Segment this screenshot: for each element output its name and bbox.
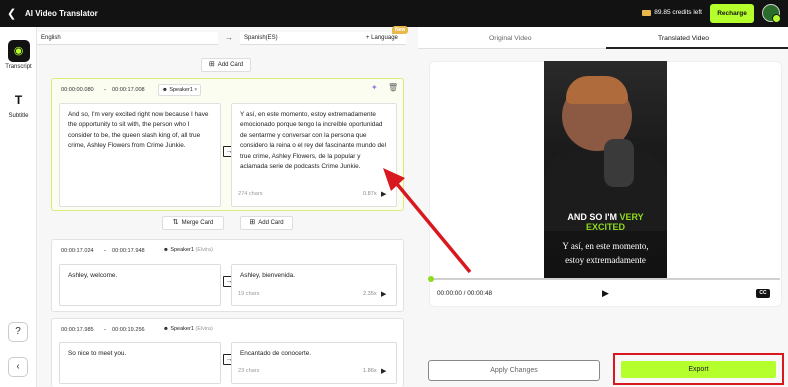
play-icon[interactable]: ▶ bbox=[381, 367, 386, 375]
source-text[interactable]: Ashley, welcome. bbox=[59, 264, 221, 306]
english-caption: AND SO I'M VERY EXCITED bbox=[544, 212, 667, 232]
speed-label: 1.86x bbox=[363, 368, 377, 374]
preview-tabs bbox=[418, 27, 788, 49]
card-start-time[interactable]: 00:00:17.985 bbox=[61, 327, 94, 333]
add-card-icon: ⊞ bbox=[249, 219, 256, 226]
avatar[interactable] bbox=[762, 4, 781, 23]
credits-indicator: 89.85 credits left bbox=[642, 9, 702, 16]
time-separator: - bbox=[104, 87, 106, 93]
help-button[interactable]: ? bbox=[8, 322, 28, 342]
speaker-name: Speaker1 bbox=[169, 87, 193, 93]
tab-translated-video[interactable]: Translated Video bbox=[658, 35, 709, 42]
closed-captions-icon[interactable]: CC bbox=[756, 289, 770, 298]
card-start-time[interactable]: 00:00:17.024 bbox=[61, 248, 94, 254]
progress-handle[interactable] bbox=[428, 276, 434, 282]
speaker-name: Speaker1 bbox=[170, 326, 194, 332]
video-progress-bar[interactable] bbox=[430, 278, 780, 280]
transcript-card[interactable]: 00:00:17.024 - 00:00:17.948 ☻ Speaker1 (… bbox=[51, 239, 404, 312]
speaker-select[interactable]: ☻ Speaker1 ▾ bbox=[158, 84, 202, 96]
target-text[interactable]: Ashley, bienvenida. bbox=[231, 264, 397, 306]
app-title: AI Video Translator bbox=[25, 9, 98, 18]
chevron-left-icon: ‹ bbox=[16, 361, 20, 372]
video-subject-hair bbox=[566, 76, 628, 104]
add-card-label: Add Card bbox=[217, 62, 244, 68]
char-count: 19 chars bbox=[238, 291, 260, 297]
tool-subtitle[interactable]: T Subtitle bbox=[2, 89, 35, 119]
speaker-voice: (Elvira) bbox=[195, 326, 213, 332]
tool-transcript[interactable]: ◉ Transcript bbox=[2, 40, 35, 70]
arrow-right-icon: → bbox=[225, 33, 233, 42]
new-badge: New bbox=[392, 26, 409, 34]
merge-card-label: Merge Card bbox=[181, 220, 214, 226]
add-card-button[interactable]: ⊞ Add Card bbox=[240, 216, 293, 230]
tool-subtitle-label: Subtitle bbox=[8, 113, 29, 119]
time-separator: - bbox=[104, 248, 106, 254]
magic-wand-icon[interactable]: ✦ bbox=[371, 83, 378, 92]
card-end-time[interactable]: 00:00:17.008 bbox=[112, 87, 145, 93]
credits-icon bbox=[642, 9, 652, 16]
help-icon: ? bbox=[15, 326, 21, 337]
caption-es-line2: estoy extremadamente bbox=[565, 255, 646, 265]
char-count: 274 chars bbox=[238, 191, 263, 197]
apply-changes-button[interactable]: Apply Changes bbox=[428, 360, 600, 381]
caption-es-line1: Y así, en este momento, bbox=[562, 241, 649, 251]
spanish-caption: Y así, en este momento, estoy extremadam… bbox=[544, 239, 667, 267]
speaker-name: Speaker1 bbox=[170, 247, 194, 253]
card-end-time[interactable]: 00:00:19.256 bbox=[112, 327, 145, 333]
tool-rail: ◉ Transcript T Subtitle ? ‹ bbox=[0, 27, 37, 387]
speed-label: 0.87x bbox=[363, 191, 377, 197]
time-separator: - bbox=[104, 327, 106, 333]
merge-icon: ⇅ bbox=[172, 219, 179, 226]
credits-text: 89.85 credits left bbox=[654, 9, 702, 16]
chevron-down-icon: ▾ bbox=[194, 87, 198, 93]
play-icon[interactable]: ▶ bbox=[381, 190, 386, 198]
recharge-button[interactable]: Recharge bbox=[710, 4, 754, 23]
tool-transcript-label: Transcript bbox=[5, 64, 32, 70]
transcript-card[interactable]: 00:00:00.080 - 00:00:17.008 ☻ Speaker1 ▾… bbox=[51, 78, 404, 211]
card-end-time[interactable]: 00:00:17.948 bbox=[112, 248, 145, 254]
merge-card-button[interactable]: ⇅ Merge Card bbox=[162, 216, 224, 230]
caption-en-highlight: VERY bbox=[619, 212, 644, 222]
source-language-select[interactable]: English bbox=[37, 32, 218, 45]
subtitle-icon: T bbox=[14, 93, 23, 107]
target-text[interactable]: Encantado de conocerte. bbox=[231, 342, 397, 384]
play-icon[interactable]: ▶ bbox=[381, 290, 386, 298]
caption-en-line1: AND SO I'M bbox=[567, 212, 617, 222]
speaker-voice: (Elvira) bbox=[195, 247, 213, 253]
add-card-label: Add Card bbox=[258, 220, 284, 226]
speed-label: 2.35x bbox=[363, 291, 377, 297]
active-tab-indicator bbox=[606, 47, 788, 49]
play-icon[interactable]: ▶ bbox=[602, 288, 609, 299]
video-time: 00:00:00 / 00:00:48 bbox=[437, 290, 493, 297]
add-card-icon: ⊞ bbox=[208, 61, 215, 68]
add-language-button[interactable]: + Language bbox=[366, 35, 398, 41]
source-text[interactable]: So nice to meet you. bbox=[59, 342, 221, 384]
export-button[interactable]: Export bbox=[621, 361, 776, 378]
chevron-left-icon[interactable]: ❮ bbox=[7, 7, 21, 20]
transcript-card[interactable]: 00:00:17.985 - 00:00:19.256 ☻ Speaker1 (… bbox=[51, 318, 404, 387]
source-text[interactable]: And so, I'm very excited right now becau… bbox=[59, 103, 221, 207]
tab-original-video[interactable]: Original Video bbox=[489, 35, 532, 42]
char-count: 23 chars bbox=[238, 368, 260, 374]
caption-en-line2: EXCITED bbox=[585, 222, 625, 232]
microphone-shape bbox=[604, 139, 634, 187]
target-language-label: Spanish(ES) bbox=[244, 35, 278, 41]
video-frame[interactable]: AND SO I'M VERY EXCITED Y así, en este m… bbox=[544, 61, 667, 279]
export-highlight-box: Export bbox=[613, 353, 784, 385]
speaker-select[interactable]: ☻ Speaker1 (Elvira) bbox=[160, 324, 216, 336]
card-start-time[interactable]: 00:00:00.080 bbox=[61, 87, 94, 93]
transcript-icon: ◉ bbox=[7, 40, 30, 62]
collapse-button[interactable]: ‹ bbox=[8, 357, 28, 377]
add-card-button[interactable]: ⊞ Add Card bbox=[201, 58, 251, 72]
trash-icon[interactable]: 🗑 bbox=[388, 83, 398, 92]
speaker-select[interactable]: ☻ Speaker1 (Elvira) bbox=[160, 245, 216, 257]
